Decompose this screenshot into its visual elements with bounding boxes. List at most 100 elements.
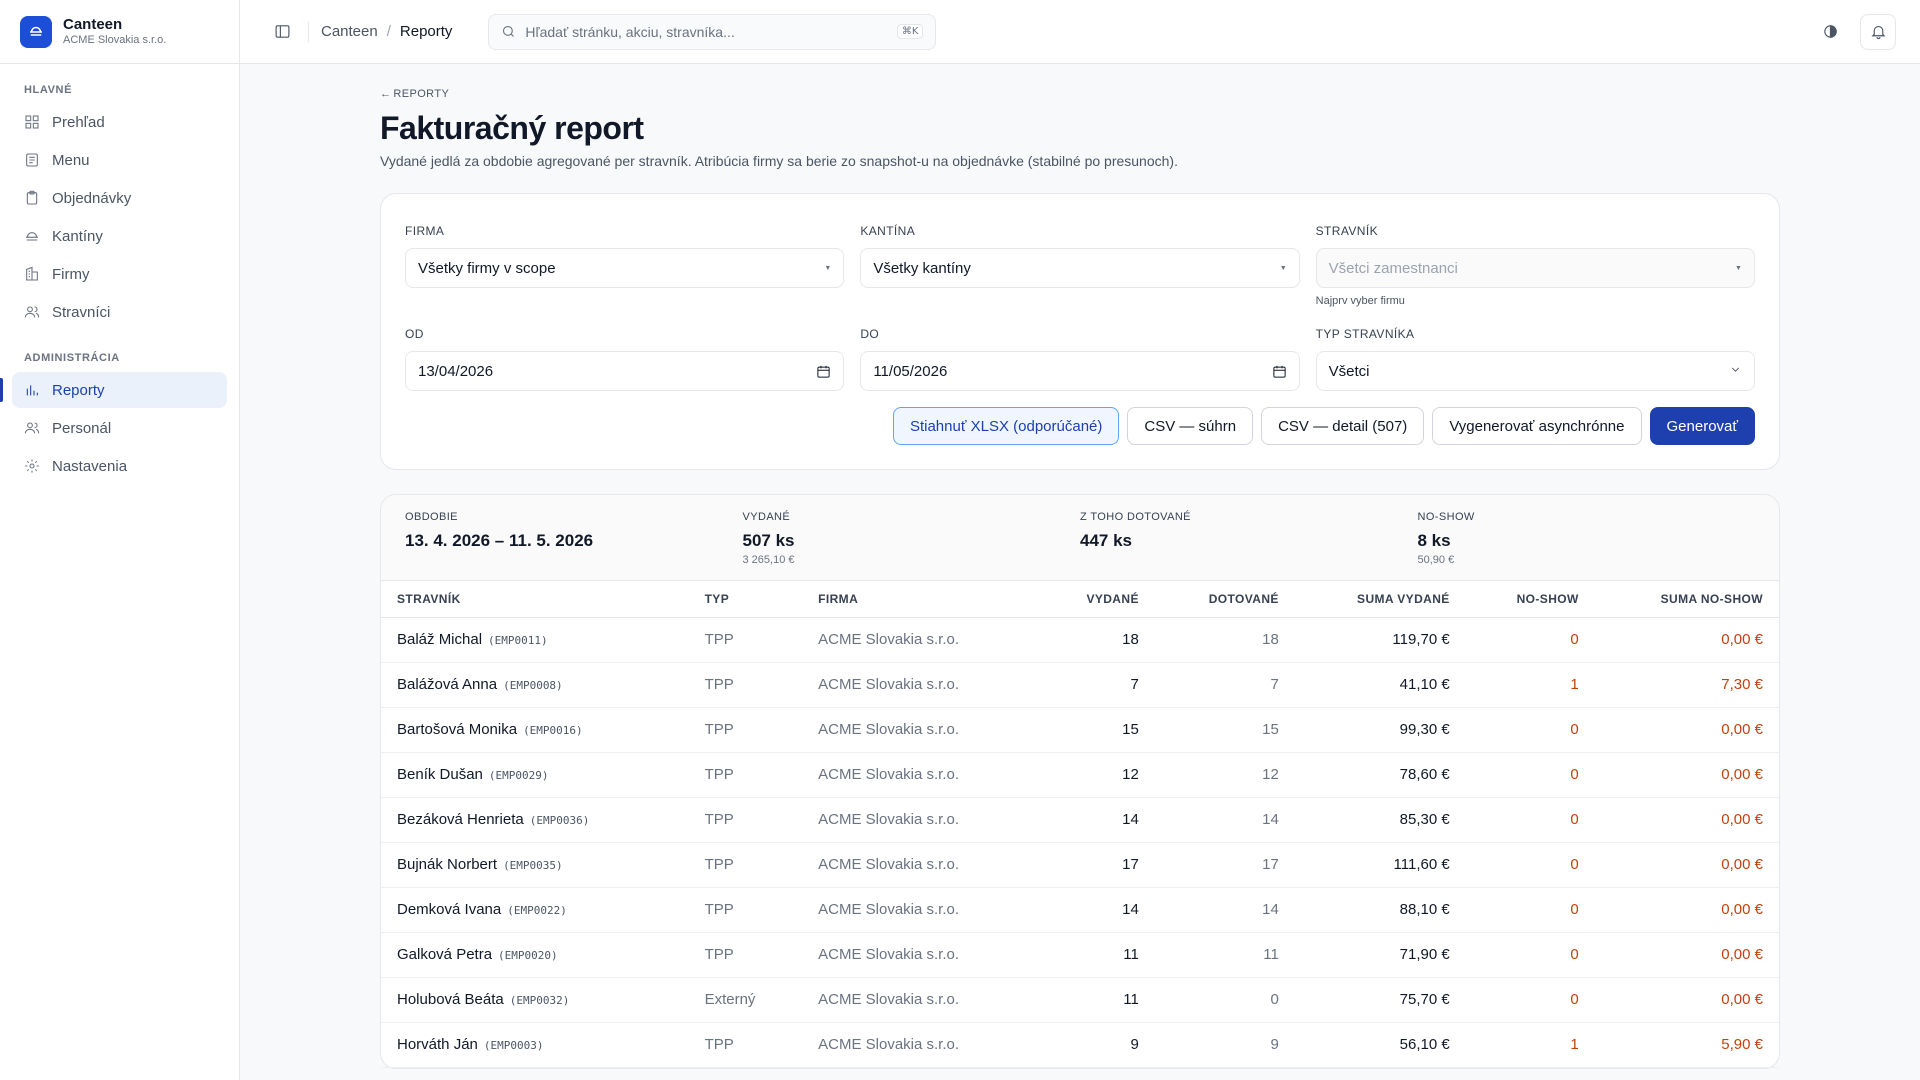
notifications-button[interactable] [1860,13,1896,50]
download-xlsx-button[interactable]: Stiahnuť XLSX (odporúčané) [892,407,1120,445]
bell-icon [1870,25,1886,40]
column-header[interactable]: Suma no-show [1594,581,1779,618]
cell-stravnik: Holubová Beáta (EMP0032) [381,977,689,1023]
table-row[interactable]: Bezáková Henrieta (EMP0036) TPP ACME Slovak… [381,797,1779,843]
sidebar-item-personal[interactable]: Personál [12,410,227,446]
cell-vydane: 11 [1039,977,1155,1023]
table-row[interactable]: Beník Dušan (EMP0029) TPP ACME Slovakia s.r… [381,752,1779,798]
cell-noshow: 0 [1465,842,1595,888]
column-header[interactable]: Stravník [381,581,689,618]
generate-async-button[interactable]: Vygenerovať asynchrónne [1432,407,1642,445]
report-card: Obdobie 13. 4. 2026 – 11. 5. 2026 Vydané… [380,494,1780,1069]
firma-select[interactable]: Všetky firmy v scope ▼ [405,248,845,288]
table-row[interactable]: Balážová Anna (EMP0008) TPP ACME Slovakia s… [381,662,1779,708]
sidebar-item-firmy[interactable]: Firmy [12,256,227,292]
column-header[interactable]: Suma vydané [1294,581,1466,618]
cell-stravnik: Bartošová Monika (EMP0016) [381,707,689,753]
table-row[interactable]: Holubová Beáta (EMP0032) Externý ACME Slova… [381,977,1779,1023]
nav-heading: Administrácia [24,352,120,364]
cell-suma-noshow: 0,00 € [1594,977,1779,1023]
cell-stravnik: Horváth Ján (EMP0003) [381,1022,689,1068]
column-header[interactable]: Vydané [1039,581,1155,618]
summary-dotovane: Z toho dotované 447 ks [1080,511,1418,566]
stravnik-name: Galková Petra [397,946,493,963]
stravnik-select[interactable]: Všetci zamestnanci ▼ [1315,248,1755,288]
cell-dotovane: 18 [1154,617,1295,663]
typ-select[interactable]: Všetci [1315,351,1755,391]
summary-value: 507 ks [742,531,795,550]
sidebar-item-nastavenia[interactable]: Nastavenia [12,448,227,484]
cell-noshow: 0 [1465,932,1595,978]
summary-sub: 3 265,10 € [742,554,795,566]
summary-strip: Obdobie 13. 4. 2026 – 11. 5. 2026 Vydané… [381,495,1779,581]
summary-sub: 50,90 € [1417,554,1455,566]
cell-suma-noshow: 0,00 € [1594,797,1779,843]
cell-suma-vydane: 99,30 € [1294,707,1466,753]
nav-heading: Hlavné [24,84,73,96]
cell-noshow: 0 [1465,887,1595,933]
generate-button[interactable]: Generovať [1649,407,1755,445]
arrow-left-icon: ← [380,88,392,100]
do-date-input[interactable]: 11/05/2026 [860,351,1300,391]
cell-vydane: 11 [1039,932,1155,978]
cell-typ: TPP [688,1022,803,1068]
cell-typ: TPP [688,707,803,753]
report-table: Stravník Typ Firma Vydané Dotované Suma … [381,581,1779,1068]
stravnik-name: Baláž Michal [397,631,483,648]
cell-noshow: 0 [1465,707,1595,753]
topbar: Canteen / Reporty ⌘K [240,0,1920,64]
cell-vydane: 14 [1039,797,1155,843]
stravnik-name: Bujnák Norbert [397,856,498,873]
caret-icon: ▼ [824,264,832,272]
sidebar-item-stravnici[interactable]: Stravníci [12,294,227,330]
firma-select-value: Všetky firmy v scope [418,259,556,277]
sidebar-item-prehlad[interactable]: Prehľad [12,104,227,140]
cell-typ: TPP [688,887,803,933]
sidebar-item-kantiny[interactable]: Kantíny [12,218,227,254]
sidebar-item-label: Objednávky [52,189,132,207]
table-row[interactable]: Demková Ivana (EMP0022) TPP ACME Slovakia s… [381,887,1779,933]
summary-value: 447 ks [1080,531,1132,550]
stravnik-code: (EMP0036) [529,814,590,827]
column-header[interactable]: Dotované [1154,581,1295,618]
summary-value: 13. 4. 2026 – 11. 5. 2026 [405,531,594,550]
column-header[interactable]: Typ [688,581,803,618]
cell-suma-noshow: 0,00 € [1594,887,1779,933]
column-header[interactable]: Firma [802,581,1040,618]
back-link[interactable]: ← REPORTY [380,88,1780,100]
sidebar-item-reporty[interactable]: Reporty [0,372,227,408]
filter-label: Firma [405,224,445,238]
sidebar-toggle-button[interactable] [264,14,300,50]
table-row[interactable]: Baláž Michal (EMP0011) TPP ACME Slovakia s.… [381,617,1779,663]
filter-label: Kantína [860,224,916,238]
stravnik-name: Balážová Anna [397,676,498,693]
stravnik-code: (EMP0003) [483,1039,544,1052]
chevron-down-icon [1729,363,1742,380]
sidebar-item-objednavky[interactable]: Objednávky [12,180,227,216]
theme-toggle-button[interactable] [1812,14,1848,50]
table-row[interactable]: Bujnák Norbert (EMP0035) TPP ACME Slovakia … [381,842,1779,888]
table-row[interactable]: Bartošová Monika (EMP0016) TPP ACME Slovaki… [381,707,1779,753]
cell-suma-noshow: 7,30 € [1594,662,1779,708]
brand[interactable]: Canteen ACME Slovakia s.r.o. [0,0,239,64]
kantina-select[interactable]: Všetky kantíny ▼ [860,248,1300,288]
main-content: ← REPORTY Fakturačný report Vydané jedlá… [380,64,1780,1069]
csv-detail-button[interactable]: CSV — detail (507) [1261,407,1425,445]
breadcrumb-canteen[interactable]: Canteen [321,23,378,40]
od-date-input[interactable]: 13/04/2026 [405,351,845,391]
sidebar-item-menu[interactable]: Menu [12,142,227,178]
csv-summary-button[interactable]: CSV — súhrn [1127,407,1254,445]
cell-dotovane: 12 [1154,752,1295,798]
summary-label: Vydané [742,511,791,523]
cell-vydane: 14 [1039,887,1155,933]
cell-dotovane: 9 [1154,1022,1295,1068]
table-row[interactable]: Horváth Ján (EMP0003) TPP ACME Slovakia s.r… [381,1022,1779,1068]
cell-dotovane: 11 [1154,932,1295,978]
search-box[interactable]: ⌘K [488,13,937,50]
column-header[interactable]: No-show [1465,581,1595,618]
table-row[interactable]: Galková Petra (EMP0020) TPP ACME Slovakia s… [381,932,1779,978]
sidebar-item-label: Kantíny [52,227,103,245]
cell-dotovane: 14 [1154,797,1295,843]
cell-suma-noshow: 0,00 € [1594,707,1779,753]
search-input[interactable] [525,23,888,40]
